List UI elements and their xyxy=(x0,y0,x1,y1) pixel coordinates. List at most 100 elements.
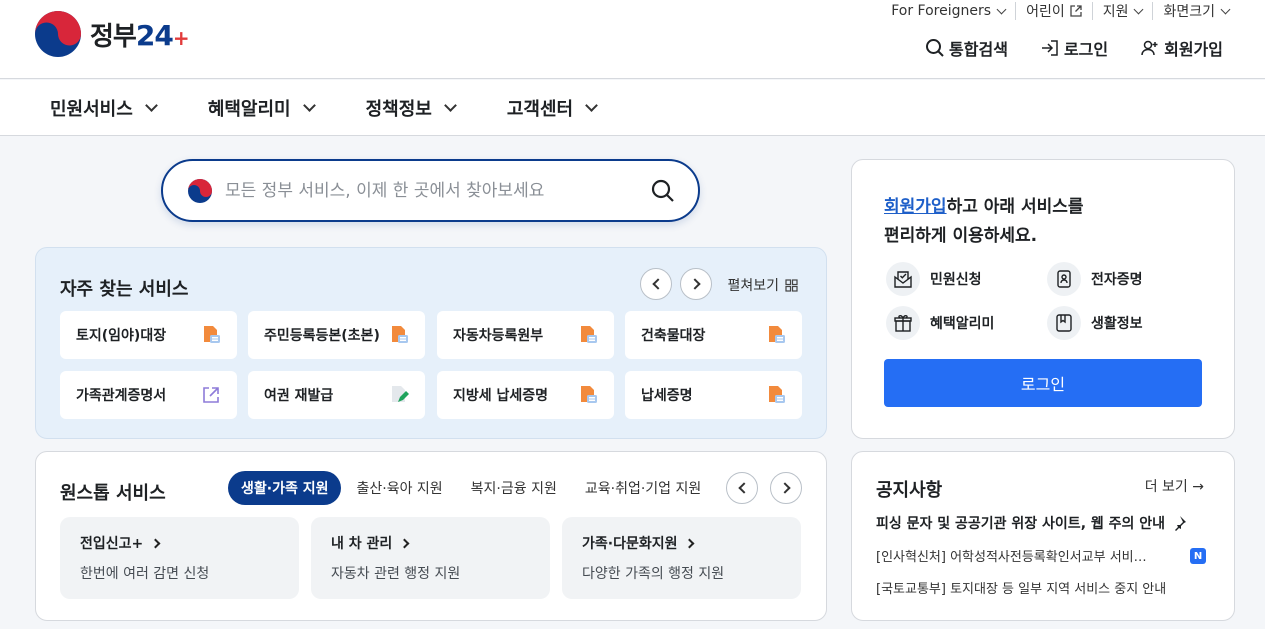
signup-highlight-link[interactable]: 회원가입 xyxy=(884,197,947,217)
login-link[interactable]: 로그인 xyxy=(1040,36,1108,60)
search-submit-icon[interactable] xyxy=(650,178,676,204)
gnb-label: 정책정보 xyxy=(365,98,432,120)
notice-more-link[interactable]: 더 보기 → xyxy=(1145,476,1204,496)
next-button[interactable] xyxy=(680,268,712,300)
service-card[interactable]: 주민등록등본(초본) xyxy=(248,311,425,359)
tab-birth-childcare[interactable]: 출산·육아 지원 xyxy=(343,471,455,505)
chevron-down-icon xyxy=(302,99,316,112)
util-label: 화면크기 xyxy=(1163,4,1215,20)
service-card[interactable]: 자동차등록원부 xyxy=(437,311,614,359)
pdf-doc-icon xyxy=(392,326,408,343)
util-screen-size[interactable]: 화면크기 xyxy=(1152,2,1231,20)
service-card[interactable]: 건축물대장 xyxy=(625,311,802,359)
chevron-down-icon xyxy=(444,99,457,112)
grid-icon xyxy=(785,278,798,292)
notice-item[interactable]: [인사혁신처] 어학성적사전등록확인서교부 서비… xyxy=(876,546,1166,565)
gnb-label: 고객센터 xyxy=(506,98,574,120)
util-label: 지원 xyxy=(1102,4,1129,20)
pin-icon xyxy=(1175,516,1187,531)
id-card-icon xyxy=(1047,262,1081,296)
message-line2: 편리하게 이용하세요. xyxy=(884,226,1038,246)
chevron-down-icon xyxy=(996,4,1007,14)
logo-word: 정부 xyxy=(90,21,137,52)
gnb-benefit-alert[interactable]: 혜택알리미 xyxy=(207,95,316,121)
util-support[interactable]: 지원 xyxy=(1091,2,1153,20)
card-title: 가족·다문화지원 xyxy=(582,536,678,552)
chevron-down-icon xyxy=(1220,4,1231,14)
taegeuk-small-icon xyxy=(188,178,212,203)
search-label: 통합검색 xyxy=(949,40,1008,59)
login-button[interactable]: 로그인 xyxy=(884,359,1202,407)
signup-label: 회원가입 xyxy=(1164,40,1223,59)
tabs-next-button[interactable] xyxy=(770,472,802,504)
pdf-doc-icon xyxy=(581,326,597,343)
tab-welfare-finance[interactable]: 복지·금융 지원 xyxy=(458,471,570,505)
tab-edu-job-biz[interactable]: 교육·취업·기업 지원 xyxy=(572,471,714,505)
onestop-card-family[interactable]: 가족·다문화지원 다양한 가족의 행정 지원 xyxy=(562,517,801,599)
service-card[interactable]: 지방세 납세증명 xyxy=(437,371,614,419)
edit-doc-icon xyxy=(392,386,409,402)
logo-plus: + xyxy=(172,25,190,50)
card-desc: 다양한 가족의 행정 지원 xyxy=(582,566,725,582)
external-link-icon xyxy=(1070,5,1082,17)
onestop-card-move-in[interactable]: 전입신고+ 한번에 여러 감면 신청 xyxy=(60,517,299,599)
feature-label: 민원신청 xyxy=(930,272,982,288)
bookmark-doc-icon xyxy=(1047,306,1081,340)
pdf-doc-icon xyxy=(581,386,597,403)
service-label: 납세증명 xyxy=(641,388,693,404)
gnb-policy-info[interactable]: 정책정보 xyxy=(365,95,457,121)
taegeuk-logo-icon xyxy=(35,11,81,57)
chevron-right-icon xyxy=(778,482,791,494)
expand-all-button[interactable]: 펼쳐보기 xyxy=(727,275,798,295)
chevron-right-icon xyxy=(688,278,701,290)
service-card[interactable]: 여권 재발급 xyxy=(248,371,425,419)
service-label: 주민등록등본(초본) xyxy=(264,328,380,344)
frequent-services-panel: 자주 찾는 서비스 펼쳐보기 토지(임야)대장 주민등록등본(초본) 자동차등록… xyxy=(35,247,827,439)
gov24-logo[interactable]: 정부 24 + xyxy=(34,10,190,58)
chevron-left-icon xyxy=(737,482,750,494)
feature-label: 전자증명 xyxy=(1091,272,1143,288)
card-title: 내 차 관리 xyxy=(331,536,393,552)
util-label: 어린이 xyxy=(1026,4,1065,20)
search-input[interactable] xyxy=(225,180,635,201)
util-kids[interactable]: 어린이 xyxy=(1015,2,1092,20)
prev-button[interactable] xyxy=(640,268,672,300)
feature-label: 생활정보 xyxy=(1091,316,1143,332)
service-card[interactable]: 가족관계증명서 xyxy=(60,371,237,419)
gnb-label: 민원서비스 xyxy=(50,98,133,120)
signup-link[interactable]: 회원가입 xyxy=(1140,36,1223,60)
service-label: 토지(임야)대장 xyxy=(76,328,167,344)
message-line1: 하고 아래 서비스를 xyxy=(946,197,1084,217)
service-label: 건축물대장 xyxy=(641,328,706,344)
service-card[interactable]: 토지(임야)대장 xyxy=(60,311,237,359)
notice-item[interactable]: [국토교통부] 토지대장 등 일부 지역 서비스 중지 안내 xyxy=(876,578,1206,597)
integrated-search-button[interactable]: 통합검색 xyxy=(925,36,1008,60)
gnb-label: 혜택알리미 xyxy=(207,98,291,120)
mail-doc-icon xyxy=(886,262,920,296)
onestop-services-panel: 원스톱 서비스 생활·가족 지원 출산·육아 지원 복지·금융 지원 교육·취업… xyxy=(35,451,827,621)
service-card[interactable]: 납세증명 xyxy=(625,371,802,419)
notice-item-pinned[interactable]: 피싱 문자 및 공공기관 위장 사이트, 웹 주의 안내 xyxy=(876,513,1206,533)
chevron-right-icon xyxy=(685,538,695,548)
notice-title: 공지사항 xyxy=(876,480,943,501)
util-for-foreigners[interactable]: For Foreigners xyxy=(881,2,1015,20)
logo-text: 정부 24 + xyxy=(90,16,190,53)
onestop-title: 원스톱 서비스 xyxy=(60,483,166,504)
header: 정부 24 + For Foreigners 어린이 지원 화면크기 통합검색 로그… xyxy=(0,0,1265,79)
notice-panel: 공지사항 더 보기 → 피싱 문자 및 공공기관 위장 사이트, 웹 주의 안내… xyxy=(851,451,1235,621)
card-desc: 자동차 관련 행정 지원 xyxy=(331,566,461,582)
frequent-services-title: 자주 찾는 서비스 xyxy=(60,279,189,300)
service-label: 지방세 납세증명 xyxy=(453,388,549,404)
onestop-card-my-car[interactable]: 내 차 관리 자동차 관련 행정 지원 xyxy=(311,517,550,599)
tab-life-family[interactable]: 생활·가족 지원 xyxy=(228,471,342,505)
util-label: For Foreigners xyxy=(891,3,992,19)
gnb-civil-service[interactable]: 민원서비스 xyxy=(50,95,158,121)
chevron-left-icon xyxy=(651,278,664,290)
chevron-down-icon xyxy=(144,99,158,112)
gnb-customer-center[interactable]: 고객센터 xyxy=(506,95,598,121)
tabs-prev-button[interactable] xyxy=(726,472,758,504)
global-nav: 민원서비스 혜택알리미 정책정보 고객센터 xyxy=(0,80,1265,136)
login-icon xyxy=(1041,40,1058,56)
service-label: 여권 재발급 xyxy=(264,388,334,404)
pdf-doc-icon xyxy=(769,326,785,343)
